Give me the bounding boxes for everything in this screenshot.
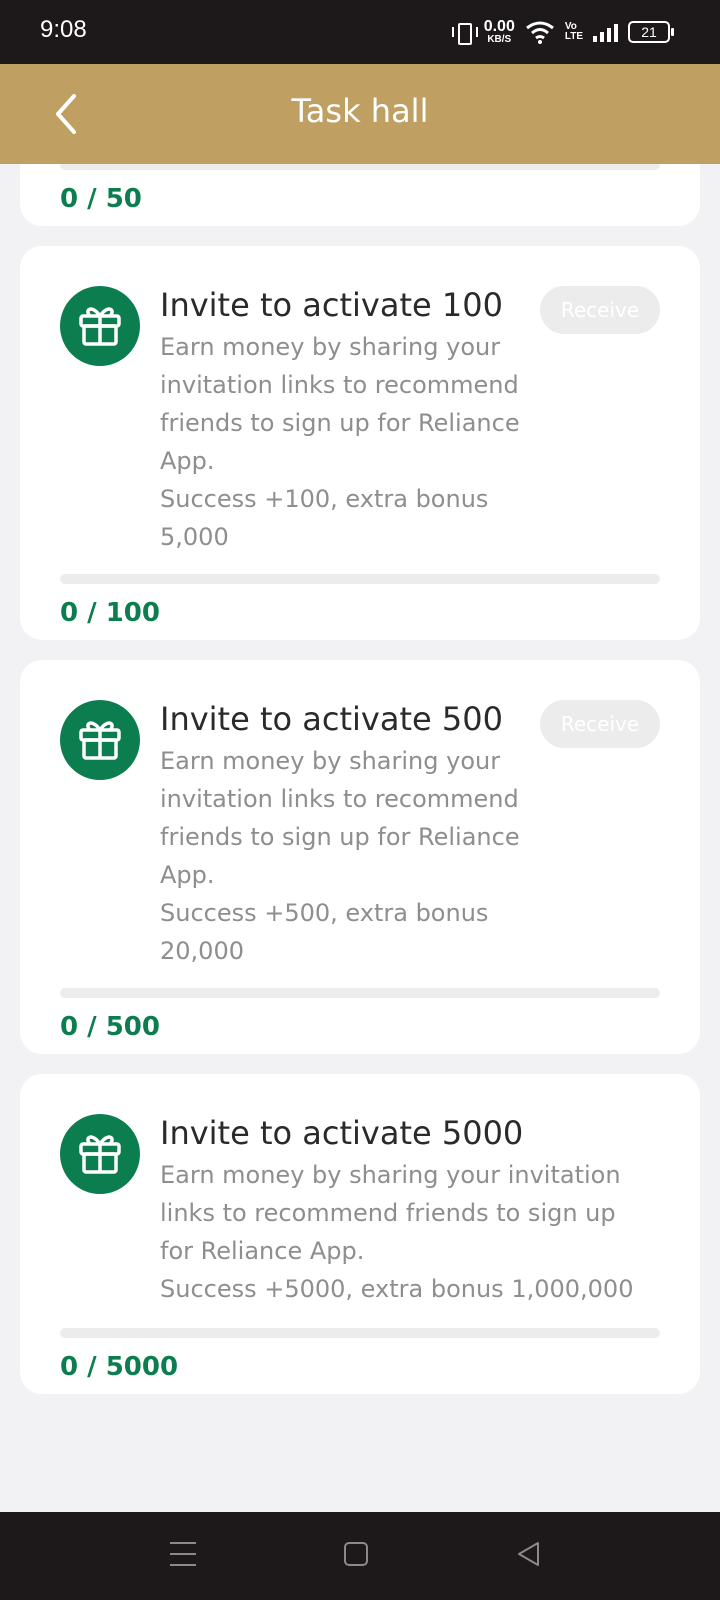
progress-track (60, 164, 660, 170)
description-line: friends to sign up for Reliance (160, 409, 520, 437)
triangle-back-icon[interactable] (514, 1540, 542, 1568)
volte-bottom: LTE (564, 31, 583, 42)
task-title: Invite to activate 5000 (160, 1114, 524, 1152)
task-description: Earn money by sharing your invitation li… (160, 742, 520, 970)
description-line: 5,000 (160, 523, 229, 551)
battery-icon: 21 (628, 21, 674, 43)
task-description: Earn money by sharing your invitation li… (160, 328, 520, 556)
progress-text: 0 / 500 (60, 1012, 160, 1042)
progress-text: 0 / 50 (60, 184, 142, 214)
description-line: App. (160, 861, 215, 889)
description-line: Success +100, extra bonus (160, 485, 489, 513)
description-line: Earn money by sharing your (160, 333, 501, 361)
receive-button[interactable]: Receive (540, 286, 660, 334)
description-line: for Reliance App. (160, 1237, 365, 1265)
status-time: 9:08 (40, 16, 87, 43)
network-speed-unit: KB/S (487, 34, 512, 45)
task-title: Invite to activate 500 (160, 700, 503, 738)
task-card-500: Invite to activate 500 Receive Earn mone… (20, 660, 700, 1054)
description-line: invitation links to recommend (160, 371, 519, 399)
task-card-100: Invite to activate 100 Receive Earn mone… (20, 246, 700, 640)
task-list[interactable]: 0 / 50 Invite to activate 100 Receive Ea… (0, 164, 720, 1512)
description-line: friends to sign up for Reliance (160, 823, 520, 851)
task-description: Earn money by sharing your invitation li… (160, 1156, 633, 1308)
receive-button[interactable]: Receive (540, 700, 660, 748)
task-card-5000: Invite to activate 5000 Earn money by sh… (20, 1074, 700, 1394)
progress-text: 0 / 100 (60, 598, 160, 628)
progress-track (60, 574, 660, 584)
menu-icon[interactable] (170, 1542, 196, 1568)
description-line: Earn money by sharing your invitation (160, 1161, 621, 1189)
wifi-icon (525, 21, 554, 44)
network-speed: 0.00 KB/S (484, 19, 515, 45)
status-icons: 0.00 KB/S Vo LTE 21 (451, 18, 674, 46)
page-title: Task hall (291, 92, 429, 130)
square-home-icon[interactable] (344, 1542, 368, 1566)
task-title: Invite to activate 100 (160, 286, 503, 324)
network-speed-value: 0.00 (483, 18, 515, 35)
app-bar: Task hall (0, 64, 720, 164)
status-bar: 9:08 0.00 KB/S Vo LTE 21 (0, 0, 720, 64)
gift-icon (60, 1114, 140, 1194)
progress-track (60, 988, 660, 998)
system-nav-bar (0, 1512, 720, 1600)
description-line: 20,000 (160, 937, 244, 965)
description-line: invitation links to recommend (160, 785, 519, 813)
task-card-50: 0 / 50 (20, 164, 700, 226)
description-line: App. (160, 447, 215, 475)
gift-icon (60, 700, 140, 780)
gift-icon (60, 286, 140, 366)
description-line: Success +500, extra bonus (160, 899, 489, 927)
progress-text: 0 / 5000 (60, 1352, 179, 1382)
progress-track (60, 1328, 660, 1338)
vibrate-icon (451, 21, 478, 45)
description-line: Earn money by sharing your (160, 747, 501, 775)
description-line: Success +5000, extra bonus 1,000,000 (160, 1275, 634, 1303)
volte-icon: Vo LTE (565, 22, 583, 42)
description-line: links to recommend friends to sign up (160, 1199, 616, 1227)
signal-icon (593, 22, 618, 42)
